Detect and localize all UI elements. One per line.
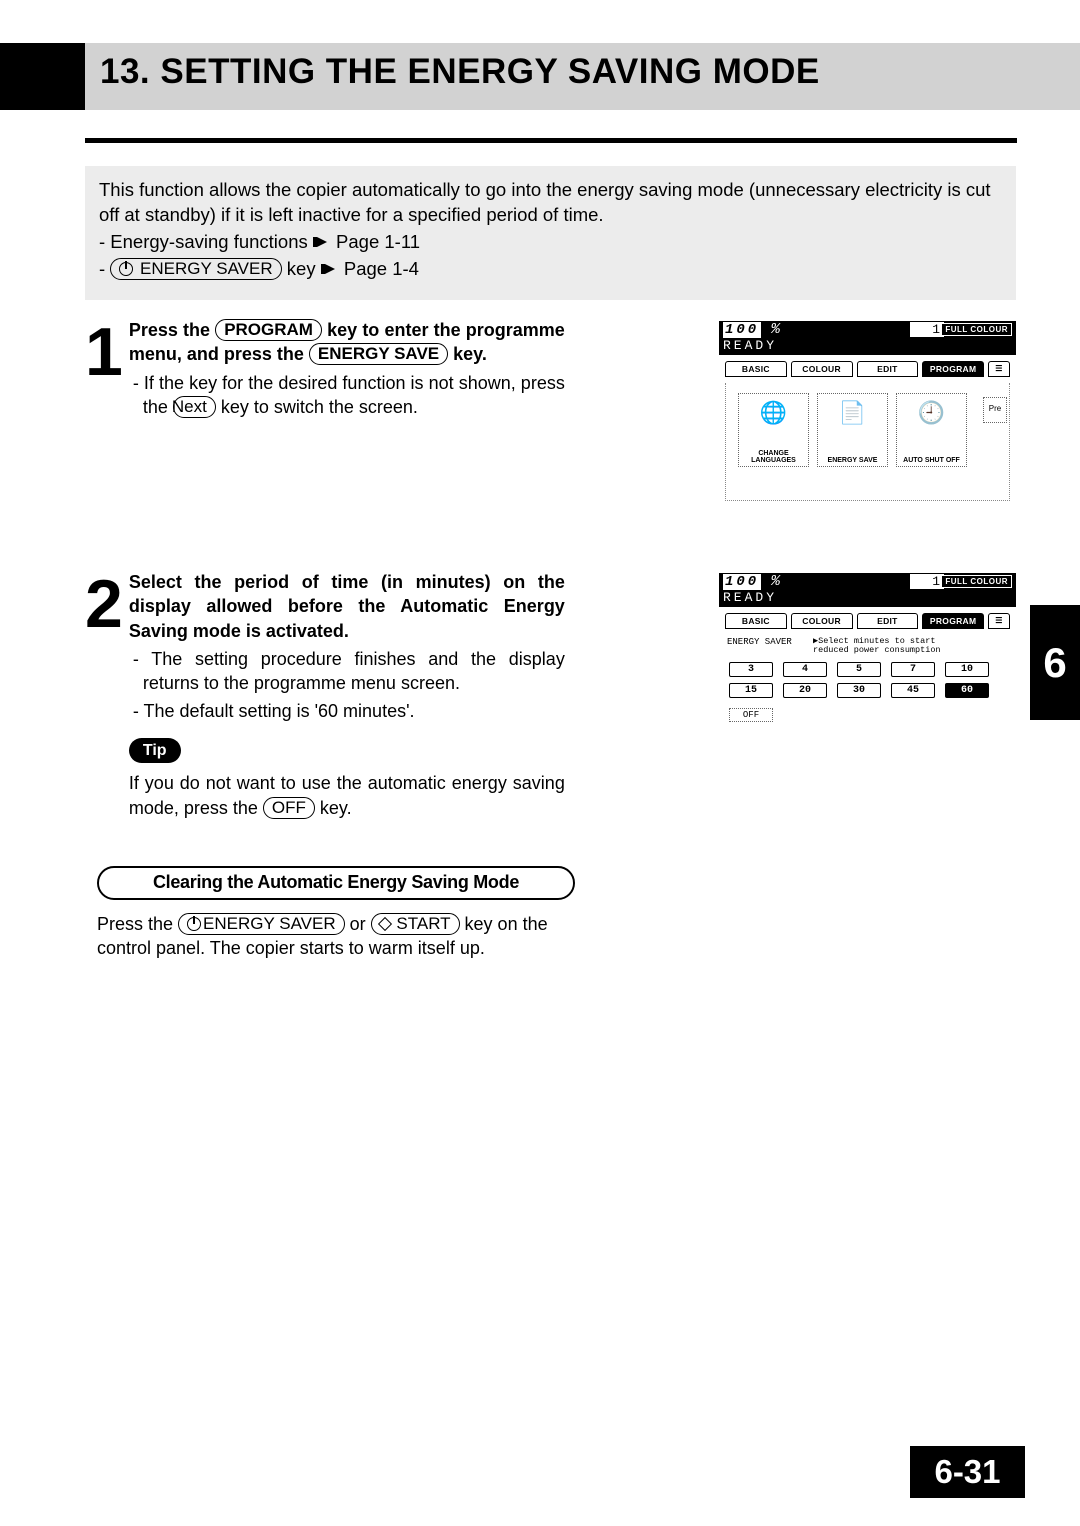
arrow-icon [317, 237, 327, 247]
lcd-statusbar: 100 % 1 FULL COLOUR READY [719, 573, 1016, 607]
step1-sub: - If the key for the desired function is… [143, 371, 565, 420]
pre-button[interactable]: Pre [983, 397, 1007, 423]
minute-4[interactable]: 4 [783, 662, 827, 677]
minute-7[interactable]: 7 [891, 662, 935, 677]
energy-saver-key: ENERGY SAVER [110, 258, 281, 280]
copies-value: 1 [910, 322, 944, 337]
clearing-text: Press the ENERGY SAVER or START key on t… [97, 912, 575, 961]
off-key: OFF [263, 797, 315, 819]
tip-text: If you do not want to use the automatic … [129, 771, 565, 820]
tab-colour[interactable]: COLOUR [791, 361, 853, 377]
percent-icon: % [771, 573, 780, 590]
tab-extra[interactable]: ☰ [988, 613, 1010, 629]
ready-label: READY [723, 590, 777, 605]
start-key: START [371, 913, 460, 935]
clearing-heading: Clearing the Automatic Energy Saving Mod… [97, 866, 575, 900]
auto-shut-off-button[interactable]: 🕘 AUTO SHUT OFF [896, 393, 967, 467]
minute-5[interactable]: 5 [837, 662, 881, 677]
page-title: 13. SETTING THE ENERGY SAVING MODE [100, 52, 820, 92]
lcd-program-menu: 100 % 1 FULL COLOUR READY BASIC COLOUR E… [719, 321, 1016, 502]
minute-row-1: 3 4 5 7 10 [729, 662, 1006, 677]
lcd-tabs: BASIC COLOUR EDIT PROGRAM ☰ [719, 355, 1016, 381]
program-buttons: 🌐 CHANGE LANGUAGES 📄 ENERGY SAVE 🕘 AUTO … [732, 383, 1003, 473]
energy-saver-key: ENERGY SAVER [178, 913, 345, 935]
energy-saver-heading: ENERGY SAVER ▶Select minutes to start re… [719, 633, 1016, 656]
minute-3[interactable]: 3 [729, 662, 773, 677]
program-area: 🌐 CHANGE LANGUAGES 📄 ENERGY SAVE 🕘 AUTO … [725, 383, 1010, 501]
tab-edit[interactable]: EDIT [857, 361, 919, 377]
off-button[interactable]: OFF [729, 708, 773, 722]
step-body: Select the period of time (in minutes) o… [129, 570, 565, 820]
percent-icon: % [771, 321, 780, 338]
step2-sub2: - The default setting is '60 minutes'. [143, 699, 565, 723]
arrow-icon [325, 264, 335, 274]
tab-edit[interactable]: EDIT [857, 613, 919, 629]
minute-15[interactable]: 15 [729, 683, 773, 698]
globe-icon: 🌐 [757, 396, 791, 430]
header-accent [0, 43, 85, 110]
tab-colour[interactable]: COLOUR [791, 613, 853, 629]
program-key: PROGRAM [215, 319, 322, 341]
power-icon [119, 262, 133, 276]
step2-sub1: - The setting procedure finishes and the… [143, 647, 565, 696]
tab-basic[interactable]: BASIC [725, 361, 787, 377]
lcd-energy-saver: 100 % 1 FULL COLOUR READY BASIC COLOUR E… [719, 573, 1016, 787]
minute-20[interactable]: 20 [783, 683, 827, 698]
tab-extra[interactable]: ☰ [988, 361, 1010, 377]
step-2: 2 Select the period of time (in minutes)… [85, 570, 565, 820]
clock-icon: 🕘 [915, 396, 949, 430]
step-number: 2 [85, 576, 123, 634]
tip-badge: Tip [129, 738, 181, 764]
lcd-statusbar: 100 % 1 FULL COLOUR READY [719, 321, 1016, 355]
lcd-tabs: BASIC COLOUR EDIT PROGRAM ☰ [719, 607, 1016, 633]
minute-60[interactable]: 60 [945, 683, 989, 698]
step-number: 1 [85, 324, 123, 382]
section-number: 13. [100, 52, 150, 91]
step-body: Press the PROGRAM key to enter the progr… [129, 318, 565, 419]
minute-30[interactable]: 30 [837, 683, 881, 698]
minute-45[interactable]: 45 [891, 683, 935, 698]
full-colour-badge: FULL COLOUR [941, 323, 1012, 336]
intro-ref-2: - ENERGY SAVER key Page 1-4 [99, 257, 1002, 282]
page-number: 6-31 [910, 1446, 1025, 1498]
ready-label: READY [723, 338, 777, 353]
zoom-value: 100 [723, 574, 761, 590]
next-key: Next [173, 396, 216, 418]
energy-save-key: ENERGY SAVE [309, 343, 448, 365]
intro-text: This function allows the copier automati… [99, 178, 1002, 228]
minute-10[interactable]: 10 [945, 662, 989, 677]
copies-value: 1 [910, 574, 944, 589]
tab-basic[interactable]: BASIC [725, 613, 787, 629]
step-1: 1 Press the PROGRAM key to enter the pro… [85, 318, 565, 419]
diamond-icon [378, 917, 392, 931]
title-text: SETTING THE ENERGY SAVING MODE [160, 52, 819, 91]
energy-icon: 📄 [836, 396, 870, 430]
zoom-value: 100 [723, 322, 761, 338]
intro-ref-1: - Energy-saving functions Page 1-11 [99, 230, 1002, 255]
divider [85, 138, 1017, 143]
energy-save-button[interactable]: 📄 ENERGY SAVE [817, 393, 888, 467]
chapter-tab: 6 [1030, 605, 1080, 720]
tab-program[interactable]: PROGRAM [922, 613, 984, 629]
power-icon [187, 917, 201, 931]
change-languages-button[interactable]: 🌐 CHANGE LANGUAGES [738, 393, 809, 467]
intro-box: This function allows the copier automati… [85, 166, 1016, 300]
minute-grid: 3 4 5 7 10 15 20 30 45 60 [719, 656, 1016, 704]
tab-program[interactable]: PROGRAM [922, 361, 984, 377]
minute-row-2: 15 20 30 45 60 [729, 683, 1006, 698]
full-colour-badge: FULL COLOUR [941, 575, 1012, 588]
